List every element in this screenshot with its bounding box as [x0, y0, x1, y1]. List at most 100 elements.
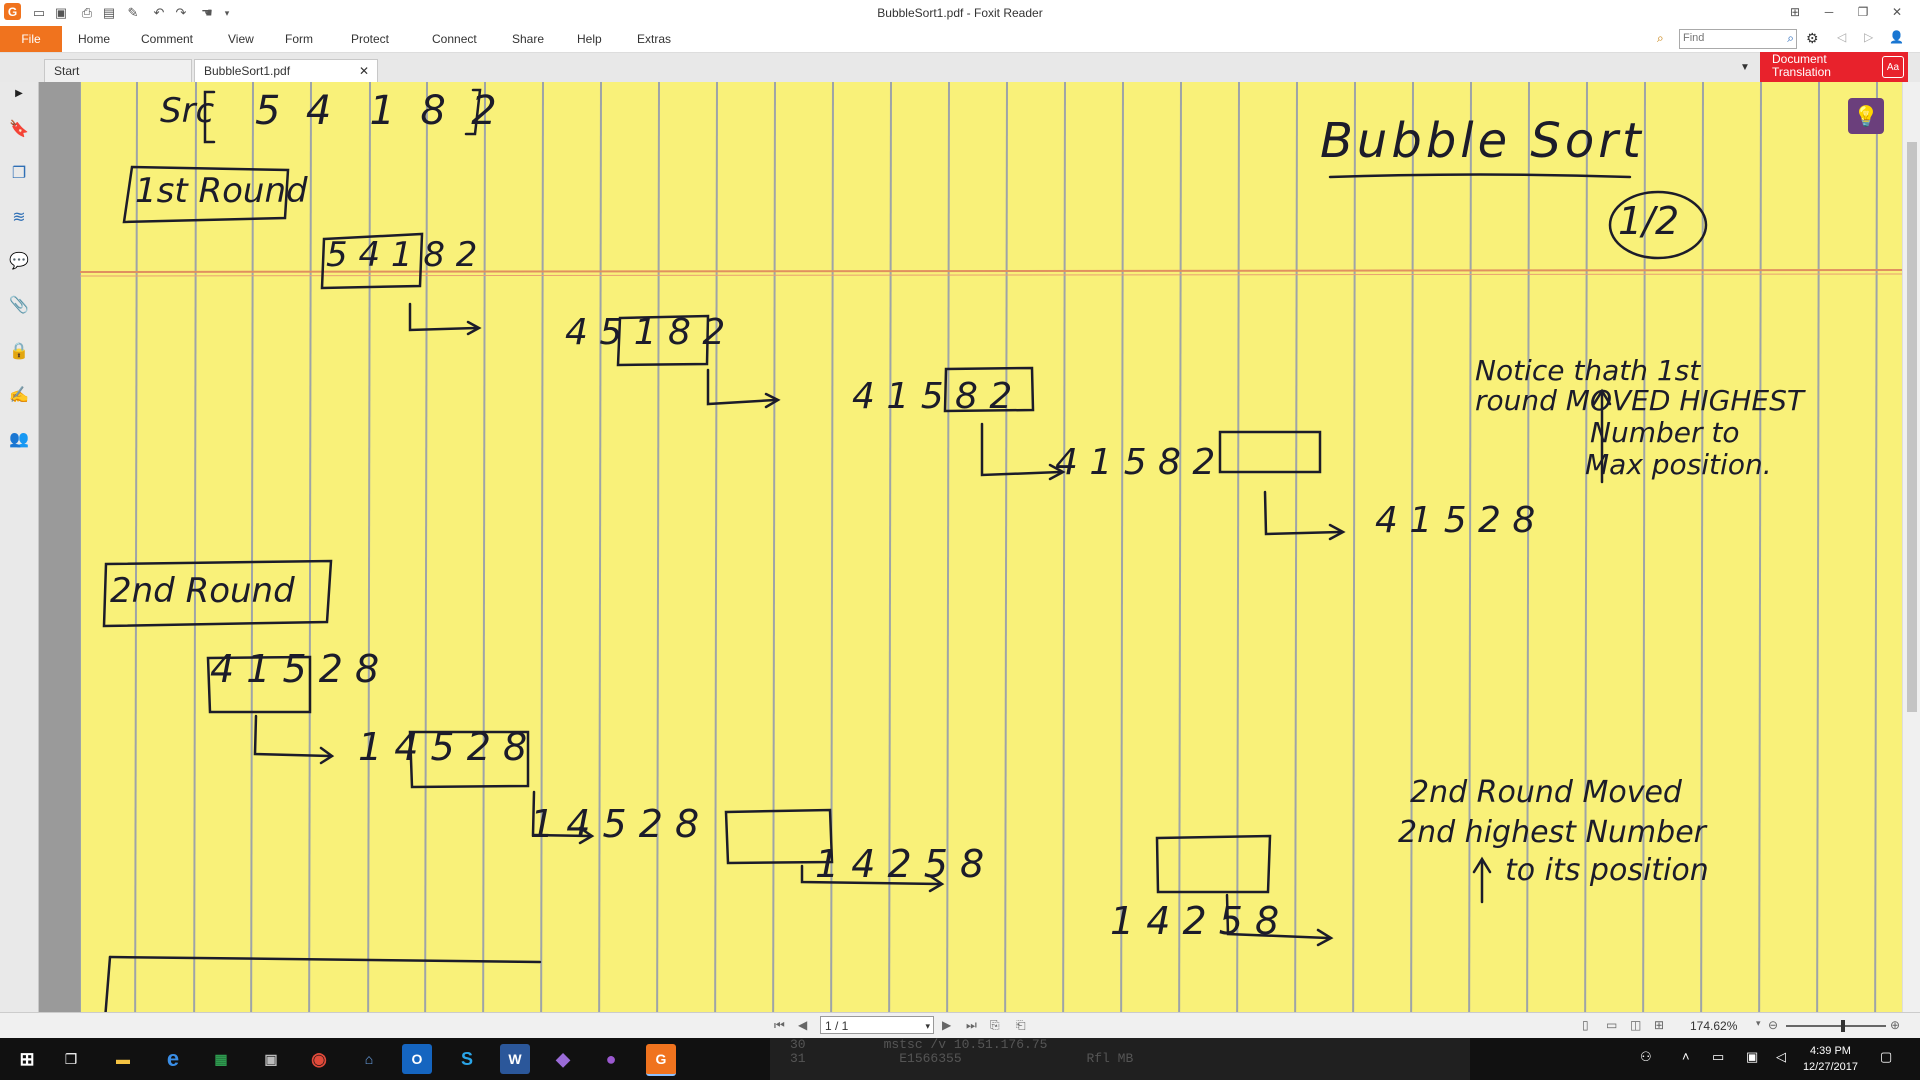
menu-comment[interactable]: Comment [141, 32, 193, 46]
window-title: BubbleSort1.pdf - Foxit Reader [877, 6, 1043, 20]
signature-icon[interactable]: ✍ [8, 384, 30, 406]
page-number-field[interactable]: 1 / 1 ▾ [820, 1016, 934, 1034]
system-clock[interactable]: 4:39 PM 12/27/2017 [1803, 1043, 1858, 1075]
continuous-view-icon[interactable]: ▭ [1606, 1018, 1617, 1032]
menu-view[interactable]: View [228, 32, 254, 46]
single-page-view-icon[interactable]: ▯ [1582, 1018, 1589, 1032]
task-view-icon[interactable]: ❐ [56, 1044, 86, 1074]
zoom-in-icon[interactable]: ⊕ [1890, 1018, 1900, 1032]
tab-start[interactable]: Start [44, 59, 192, 82]
people-icon[interactable]: ⚇ [1640, 1049, 1652, 1065]
menu-share[interactable]: Share [512, 32, 544, 46]
zoom-out-icon[interactable]: ⊖ [1768, 1018, 1778, 1032]
search-tools-icon[interactable]: ⌕ [1657, 31, 1664, 46]
menu-home[interactable]: Home [78, 32, 110, 46]
round1-step4: 4 1 5 8 2 [1055, 442, 1215, 483]
ribbon-options-icon[interactable]: ⊞ [1782, 2, 1808, 22]
volume-icon[interactable]: ◁ [1776, 1049, 1786, 1065]
previous-page-icon[interactable]: ◀ [798, 1018, 807, 1032]
note1-line1: Notice thath 1st [1475, 354, 1701, 387]
menu-help[interactable]: Help [577, 32, 602, 46]
handwritten-page: Src 5 4 1 8 2 Bubble Sort 1/2 1st Round … [80, 82, 1902, 1012]
word-icon[interactable]: W [500, 1044, 530, 1074]
minimize-button[interactable]: ─ [1816, 2, 1842, 22]
network-app-icon[interactable]: ⌂ [354, 1044, 384, 1074]
outlook-icon[interactable]: O [402, 1044, 432, 1074]
close-window-button[interactable]: ✕ [1884, 2, 1910, 22]
attachments-icon[interactable]: 📎 [8, 294, 30, 316]
clock-date: 12/27/2017 [1802, 1061, 1858, 1073]
pages-icon[interactable]: ❐ [8, 162, 30, 184]
spreadsheet-app-icon[interactable]: ▦ [206, 1044, 236, 1074]
search-icon[interactable]: ⌕ [1787, 31, 1794, 46]
pdf-page: Src 5 4 1 8 2 Bubble Sort 1/2 1st Round … [80, 82, 1902, 1012]
note1-line3: Number to [1590, 416, 1740, 449]
chrome-icon[interactable]: ◉ [304, 1044, 334, 1074]
note2-line3: to its position [1505, 853, 1709, 888]
action-center-icon[interactable]: ▢ [1880, 1049, 1892, 1065]
forward-arrow-icon[interactable]: ▷ [1864, 30, 1873, 44]
document-translation-button[interactable]: Document Translation Aa [1760, 52, 1908, 82]
file-explorer-icon[interactable]: ▬ [108, 1044, 138, 1074]
comments-icon[interactable]: 💬 [8, 250, 30, 272]
edge-browser-icon[interactable]: e [158, 1044, 188, 1074]
expand-panel-icon[interactable]: ▶ [8, 82, 30, 104]
restore-button[interactable]: ❐ [1850, 2, 1876, 22]
round2-label: 2nd Round [110, 571, 295, 611]
app-circle-icon[interactable]: ● [596, 1044, 626, 1074]
zoom-dropdown-icon[interactable]: ▾ [1756, 1018, 1761, 1029]
continuous-facing-view-icon[interactable]: ⊞ [1654, 1018, 1664, 1032]
tab-bubblesort-pdf[interactable]: BubbleSort1.pdf ✕ [194, 59, 378, 82]
skype-icon[interactable]: S [452, 1044, 482, 1074]
document-viewport[interactable]: Src 5 4 1 8 2 Bubble Sort 1/2 1st Round … [39, 82, 1902, 1012]
network-icon[interactable]: ▣ [1746, 1049, 1758, 1065]
close-tab-icon[interactable]: ✕ [359, 64, 369, 78]
user-list-icon[interactable]: 👥 [8, 428, 30, 450]
hint-lightbulb-icon[interactable]: 💡 [1848, 98, 1884, 134]
menu-form[interactable]: Form [285, 32, 313, 46]
menu-protect[interactable]: Protect [351, 32, 389, 46]
user-account-icon[interactable]: 👤 [1889, 30, 1904, 44]
last-page-icon[interactable]: ⏭ [966, 1018, 977, 1033]
tab-bubblesort-label: BubbleSort1.pdf [204, 64, 291, 78]
round1-step1: 5 4 1 8 2 [326, 235, 477, 275]
first-page-icon[interactable]: ⏮ [774, 1018, 785, 1033]
back-arrow-icon[interactable]: ◁ [1837, 30, 1846, 44]
page-marker: 1/2 [1618, 199, 1679, 243]
find-field[interactable]: ⌕ [1679, 29, 1797, 49]
src-label: Src [160, 91, 215, 131]
show-hidden-icons-icon[interactable]: ˄ [1682, 1049, 1690, 1064]
settings-gear-icon[interactable]: ⚙ [1806, 30, 1819, 47]
next-view-icon[interactable]: ⎗ [1016, 1018, 1026, 1033]
foxit-reader-taskbar-icon[interactable]: G [646, 1044, 676, 1076]
src-values: 5 4 1 8 2 [255, 88, 497, 134]
file-menu[interactable]: File [0, 26, 62, 52]
zoom-slider-thumb[interactable] [1841, 1020, 1845, 1032]
windows-start-icon[interactable]: ⊞ [12, 1044, 42, 1074]
remote-desktop-icon[interactable]: ▣ [256, 1044, 286, 1074]
page-dropdown-icon[interactable]: ▾ [925, 1017, 930, 1035]
zoom-level[interactable]: 174.62% [1690, 1019, 1737, 1033]
security-lock-icon[interactable]: 🔒 [8, 340, 30, 362]
windows-taskbar: ⊞ ❐ ▬ e ▦ ▣ ◉ ⌂ O S W ◆ ● G 30 mstsc /v … [0, 1038, 1920, 1080]
vertical-scrollbar[interactable] [1902, 82, 1920, 1012]
layers-icon[interactable]: ≋ [8, 206, 30, 228]
tab-list-dropdown-icon[interactable]: ▼ [1740, 62, 1750, 73]
menu-extras[interactable]: Extras [637, 32, 671, 46]
find-input[interactable] [1680, 30, 1778, 46]
visual-studio-icon[interactable]: ◆ [548, 1044, 578, 1074]
scrollbar-thumb[interactable] [1907, 142, 1917, 712]
page-number-value: 1 / 1 [825, 1019, 849, 1033]
round2-step5: 1 4 2 5 8 [1110, 899, 1279, 943]
next-page-icon[interactable]: ▶ [942, 1018, 951, 1032]
zoom-slider[interactable] [1786, 1020, 1886, 1032]
round1-step5: 4 1 5 2 8 [1375, 500, 1535, 541]
battery-icon[interactable]: ▭ [1712, 1049, 1724, 1065]
document-tabs: Start BubbleSort1.pdf ✕ ▼ [0, 53, 1920, 83]
round1-label: 1st Round [135, 171, 308, 211]
menu-connect[interactable]: Connect [432, 32, 477, 46]
facing-view-icon[interactable]: ◫ [1630, 1018, 1641, 1032]
note1-line2: round MOVED HIGHEST [1475, 384, 1806, 417]
bookmark-icon[interactable]: 🔖 [8, 118, 30, 140]
previous-view-icon[interactable]: ⎘ [990, 1018, 1000, 1033]
